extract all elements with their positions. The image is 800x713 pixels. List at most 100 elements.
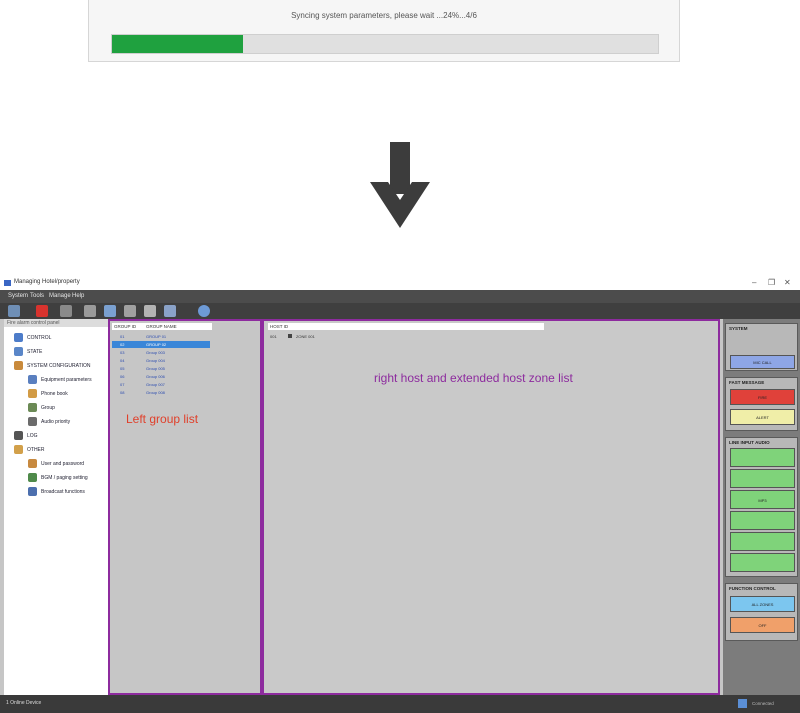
menu-system[interactable]: System (8, 293, 28, 299)
edit-icon[interactable] (60, 305, 72, 317)
login-icon[interactable] (8, 305, 20, 317)
status-text: 1 Online Device (6, 700, 42, 706)
section-function-control: FUNCTION CONTROL ALL ZONES OFF (725, 583, 798, 641)
mp3-button[interactable]: MP3 (730, 490, 795, 509)
button-label: MIC CALL (753, 360, 772, 365)
group-id-cell: 08 (120, 390, 125, 395)
button-label: ALL ZONES (751, 602, 774, 607)
group-row[interactable]: 02 GROUP 02 (110, 341, 210, 348)
menu-manage[interactable]: Manage (49, 293, 71, 299)
group-row[interactable]: 03 Group 003 (110, 349, 210, 356)
menu-help[interactable]: Help (72, 293, 84, 299)
sync-icon[interactable] (104, 305, 116, 317)
save-icon[interactable] (84, 305, 96, 317)
zone-id: 001 (270, 334, 277, 339)
window-title: Managing Hotel/property (14, 279, 80, 285)
group-list-panel: GROUP ID GROUP NAME 01 GROUP 01 02 GROUP 02… (108, 319, 262, 695)
group-id-cell: 06 (120, 374, 125, 379)
group-row[interactable]: 01 GROUP 01 (110, 333, 210, 340)
user-icon (28, 459, 37, 468)
zone-header[interactable]: HOST ID (268, 323, 544, 330)
group-id-cell: 01 (120, 334, 125, 339)
control-icon (14, 333, 23, 342)
group-id-cell: 04 (120, 358, 125, 363)
line-input-2-button[interactable] (730, 469, 795, 488)
group-id-cell: 07 (120, 382, 125, 387)
settings-icon[interactable] (124, 305, 136, 317)
line-input-4-button[interactable] (730, 511, 795, 530)
section-title: LINE INPUT AUDIO (729, 440, 770, 445)
section-title: FUNCTION CONTROL (729, 586, 776, 591)
zone-row[interactable]: 001 ZONE 001 (270, 334, 315, 339)
group-id-cell: 05 (120, 366, 125, 371)
zone-list-annotation: right host and extended host zone list (374, 371, 573, 385)
close-button[interactable]: ✕ (784, 278, 791, 287)
phonebook-icon (28, 389, 37, 398)
system-option-2[interactable] (730, 344, 795, 354)
toolbar (0, 303, 800, 319)
column-group-id[interactable]: GROUP ID (112, 323, 144, 330)
stop-icon[interactable] (36, 305, 48, 317)
button-label: ALERT (756, 415, 769, 420)
group-name-cell: Group 008 (146, 390, 165, 395)
group-id-cell: 02 (120, 342, 125, 347)
group-name-cell: Group 003 (146, 350, 165, 355)
menu-bar: System Tools Manage Help (0, 290, 800, 303)
button-label: OFF (758, 623, 767, 628)
zone-list-panel: HOST ID 001 ZONE 001 right host and exte… (262, 319, 720, 695)
line-input-1-button[interactable] (730, 448, 795, 467)
status-connection: Connected (752, 701, 774, 706)
app-logo-icon (4, 280, 11, 286)
minimize-button[interactable]: – (752, 278, 756, 287)
section-title: SYSTEM (729, 326, 748, 331)
group-name-cell: GROUP 01 (146, 334, 167, 339)
section-line-input-audio: LINE INPUT AUDIO MP3 (725, 437, 798, 577)
down-arrow-icon (370, 142, 430, 228)
button-label: FIRE (757, 395, 768, 400)
sync-message: Syncing system parameters, please wait .… (291, 11, 477, 20)
column-group-name[interactable]: GROUP NAME (144, 323, 212, 330)
group-name-cell: Group 005 (146, 366, 165, 371)
zone-checkbox-icon[interactable] (287, 334, 292, 338)
line-input-5-button[interactable] (730, 532, 795, 551)
fire-button[interactable]: FIRE (730, 389, 795, 405)
section-title: FAST MESSAGE (729, 380, 765, 385)
mic-call-button[interactable]: MIC CALL (730, 355, 795, 369)
section-system: SYSTEM MIC CALL (725, 323, 798, 371)
maximize-button[interactable]: ❐ (768, 278, 775, 287)
group-row[interactable]: 04 Group 004 (110, 357, 210, 364)
state-icon (14, 347, 23, 356)
system-option-1[interactable] (730, 334, 795, 344)
menu-tools[interactable]: Tools (30, 293, 44, 299)
network-icon[interactable] (198, 305, 210, 317)
app-window: Managing Hotel/property – ❐ ✕ System Too… (0, 277, 800, 713)
zone-name: ZONE 001 (295, 334, 315, 339)
bgm-icon (28, 473, 37, 482)
log-icon (14, 431, 23, 440)
group-name-cell: Group 004 (146, 358, 165, 363)
export-icon[interactable] (144, 305, 156, 317)
line-input-6-button[interactable] (730, 553, 795, 572)
all-zones-button[interactable]: ALL ZONES (730, 596, 795, 612)
group-row[interactable]: 08 Group 008 (110, 389, 210, 396)
status-bar: 1 Online Device Connected (0, 695, 800, 713)
group-name-cell: Group 006 (146, 374, 165, 379)
title-bar: Managing Hotel/property – ❐ ✕ (0, 277, 800, 290)
group-row[interactable]: 05 Group 005 (110, 365, 210, 372)
left-group-annotation: Left group list (126, 412, 199, 426)
sync-dialog: Syncing system parameters, please wait .… (88, 0, 680, 62)
navigation-tree: Fire alarm control panel CONTROL STATE S… (4, 319, 109, 695)
alert-button[interactable]: ALERT (730, 409, 795, 425)
sync-progress-fill (112, 35, 244, 53)
tree-header: Fire alarm control panel (4, 319, 108, 327)
section-fast-message: FAST MESSAGE FIRE ALERT (725, 377, 798, 431)
off-button[interactable]: OFF (730, 617, 795, 633)
config-icon (14, 361, 23, 370)
import-icon[interactable] (164, 305, 176, 317)
group-name-cell: GROUP 02 (146, 342, 167, 347)
right-control-sidebar: SYSTEM MIC CALL FAST MESSAGE FIRE ALERT … (723, 319, 800, 697)
group-row[interactable]: 06 Group 006 (110, 373, 210, 380)
sync-progress-bar (111, 34, 659, 54)
broadcast-icon (28, 487, 37, 496)
group-row[interactable]: 07 Group 007 (110, 381, 210, 388)
